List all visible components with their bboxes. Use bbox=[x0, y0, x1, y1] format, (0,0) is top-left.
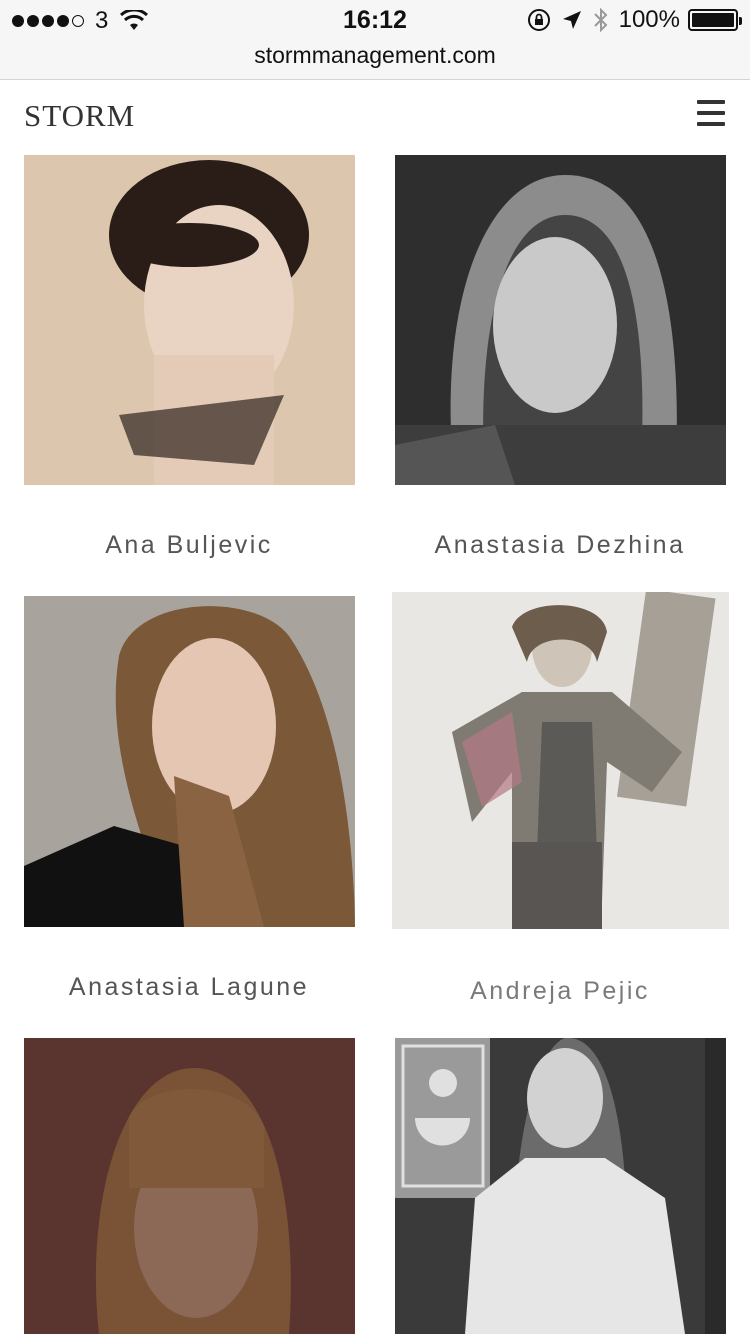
portrait-image bbox=[24, 596, 355, 927]
site-header: STORM bbox=[0, 80, 750, 155]
bluetooth-icon bbox=[593, 7, 608, 33]
model-name[interactable]: Andreja Pejic bbox=[395, 977, 725, 1006]
status-right: 100% bbox=[527, 6, 742, 34]
rotation-lock-icon bbox=[527, 9, 550, 31]
location-arrow-icon bbox=[562, 11, 581, 29]
portrait-image bbox=[395, 155, 726, 485]
portrait-image bbox=[24, 155, 355, 485]
status-bar: 3 16:12 100% stormmanagement.com bbox=[0, 0, 750, 80]
model-name[interactable]: Anastasia Lagune bbox=[24, 973, 354, 1002]
model-name[interactable]: Ana Buljevic bbox=[24, 531, 354, 560]
portrait-image bbox=[395, 1038, 726, 1334]
model-photo-anastasia-lagune[interactable] bbox=[24, 596, 355, 927]
battery-fill bbox=[692, 13, 734, 27]
portrait-image bbox=[392, 592, 729, 929]
portrait-image bbox=[24, 1038, 355, 1334]
battery-icon bbox=[688, 9, 742, 31]
model-photo-6[interactable] bbox=[395, 1038, 726, 1334]
hamburger-icon[interactable] bbox=[697, 100, 727, 130]
model-photo-andreja-pejic[interactable] bbox=[392, 592, 729, 929]
storm-logo[interactable]: STORM bbox=[24, 98, 135, 134]
model-photo-5[interactable] bbox=[24, 1038, 355, 1334]
model-photo-anastasia-dezhina[interactable] bbox=[395, 155, 726, 485]
model-photo-ana-buljevic[interactable] bbox=[24, 155, 355, 485]
battery-percent: 100% bbox=[618, 6, 680, 33]
url-bar[interactable]: stormmanagement.com bbox=[0, 42, 750, 69]
model-name[interactable]: Anastasia Dezhina bbox=[395, 531, 725, 560]
